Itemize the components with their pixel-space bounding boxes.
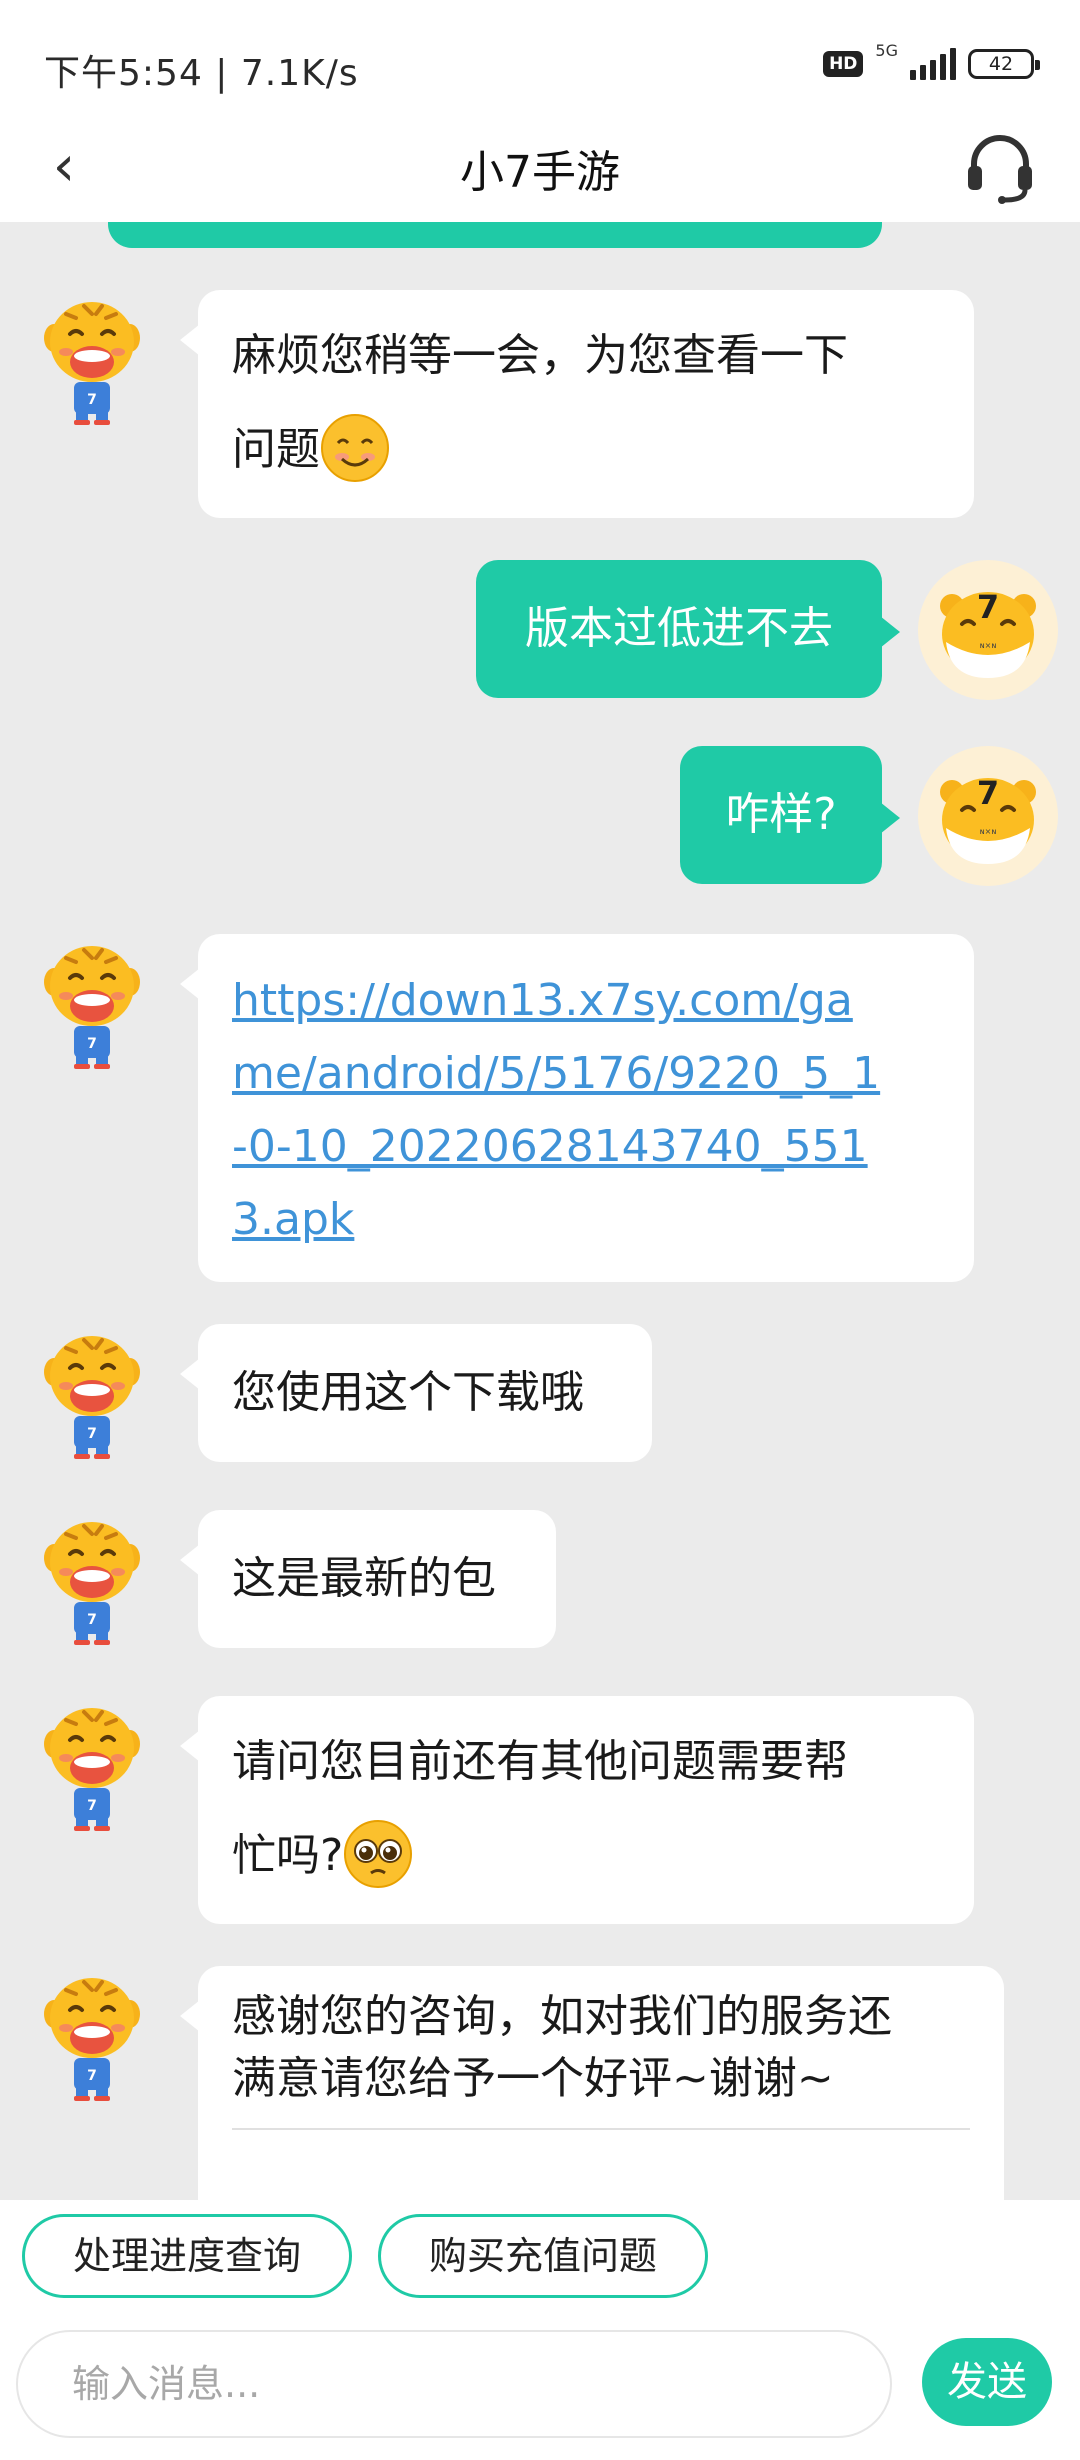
message-bubble: 这是最新的包 bbox=[180, 1510, 556, 1648]
message-input-wrapper bbox=[16, 2330, 892, 2438]
agent-avatar bbox=[42, 1520, 142, 1647]
message-input[interactable] bbox=[18, 2332, 890, 2436]
agent-avatar bbox=[42, 944, 142, 1071]
rating-divider bbox=[232, 2128, 970, 2130]
quick-reply-recharge[interactable]: 购买充值问题 bbox=[378, 2214, 708, 2298]
send-button[interactable]: 发送 bbox=[922, 2338, 1052, 2426]
message-text-cont: 问题 bbox=[232, 424, 320, 475]
agent-avatar bbox=[42, 1706, 142, 1833]
page-title: 小7手游 bbox=[460, 147, 620, 198]
status-time: 下午5:54 | 7.1K/s bbox=[44, 53, 359, 94]
pleading-emoji-icon bbox=[344, 1820, 413, 1888]
network-type-label: 5G bbox=[875, 40, 898, 60]
user-avatar bbox=[918, 560, 1058, 700]
battery-icon: 42 bbox=[968, 49, 1040, 79]
message-bubble: 请问您目前还有其他问题需要帮 忙吗? bbox=[180, 1696, 974, 1924]
composer-area: 处理进度查询 购买充值问题 发送 bbox=[0, 2200, 1080, 2460]
message-bubble: https://down13.x7sy.com/game/android/5/5… bbox=[180, 934, 974, 1282]
agent-avatar bbox=[42, 300, 142, 427]
user-avatar bbox=[918, 746, 1058, 886]
message-bubble: 麻烦您稍等一会，为您查看一下 问题 bbox=[180, 290, 974, 518]
quick-reply-progress[interactable]: 处理进度查询 bbox=[22, 2214, 352, 2298]
message-text: 感谢您的咨询，如对我们的服务还 bbox=[232, 1991, 892, 2042]
message-bubble: 版本过低进不去 bbox=[476, 560, 900, 698]
message-text: 麻烦您稍等一会，为您查看一下 bbox=[232, 330, 848, 381]
download-link[interactable]: https://down13.x7sy.com/game/android/5/5… bbox=[232, 964, 882, 1256]
header-bar: ‹ 小7手游 bbox=[0, 120, 1080, 222]
headset-icon bbox=[968, 135, 1032, 204]
message-text-cont: 忙吗? bbox=[232, 1830, 344, 1881]
hd-icon: HD bbox=[823, 51, 864, 77]
chat-message-list[interactable]: 麻烦您稍等一会，为您查看一下 问题 版本过低进不去 咋样? https://do… bbox=[0, 222, 1080, 2200]
message-bubble-partial bbox=[108, 222, 882, 248]
battery-level: 42 bbox=[988, 53, 1014, 75]
smile-emoji-icon bbox=[321, 414, 389, 482]
status-icons: HD 5G 42 bbox=[823, 41, 1040, 80]
signal-icon bbox=[910, 48, 956, 80]
message-bubble: 您使用这个下载哦 bbox=[180, 1324, 652, 1462]
message-text-cont: 满意请您给予一个好评~谢谢~ bbox=[232, 2053, 834, 2104]
agent-avatar bbox=[42, 1976, 142, 2103]
message-bubble: 感谢您的咨询，如对我们的服务还 满意请您给予一个好评~谢谢~ bbox=[180, 1966, 1004, 2200]
message-text: 请问您目前还有其他问题需要帮 bbox=[232, 1736, 848, 1787]
agent-avatar bbox=[42, 1334, 142, 1461]
status-bar: 下午5:54 | 7.1K/s HD 5G 42 bbox=[0, 0, 1080, 130]
customer-service-button[interactable] bbox=[960, 126, 1040, 206]
message-bubble: 咋样? bbox=[680, 746, 900, 884]
